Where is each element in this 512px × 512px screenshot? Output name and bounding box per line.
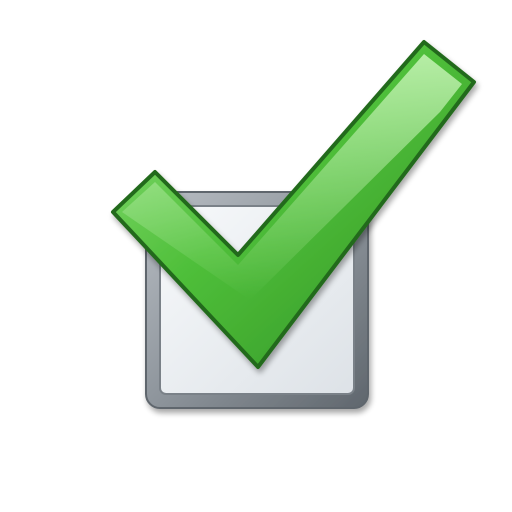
checked-checkbox-icon <box>111 40 476 409</box>
icon-canvas <box>0 0 512 512</box>
